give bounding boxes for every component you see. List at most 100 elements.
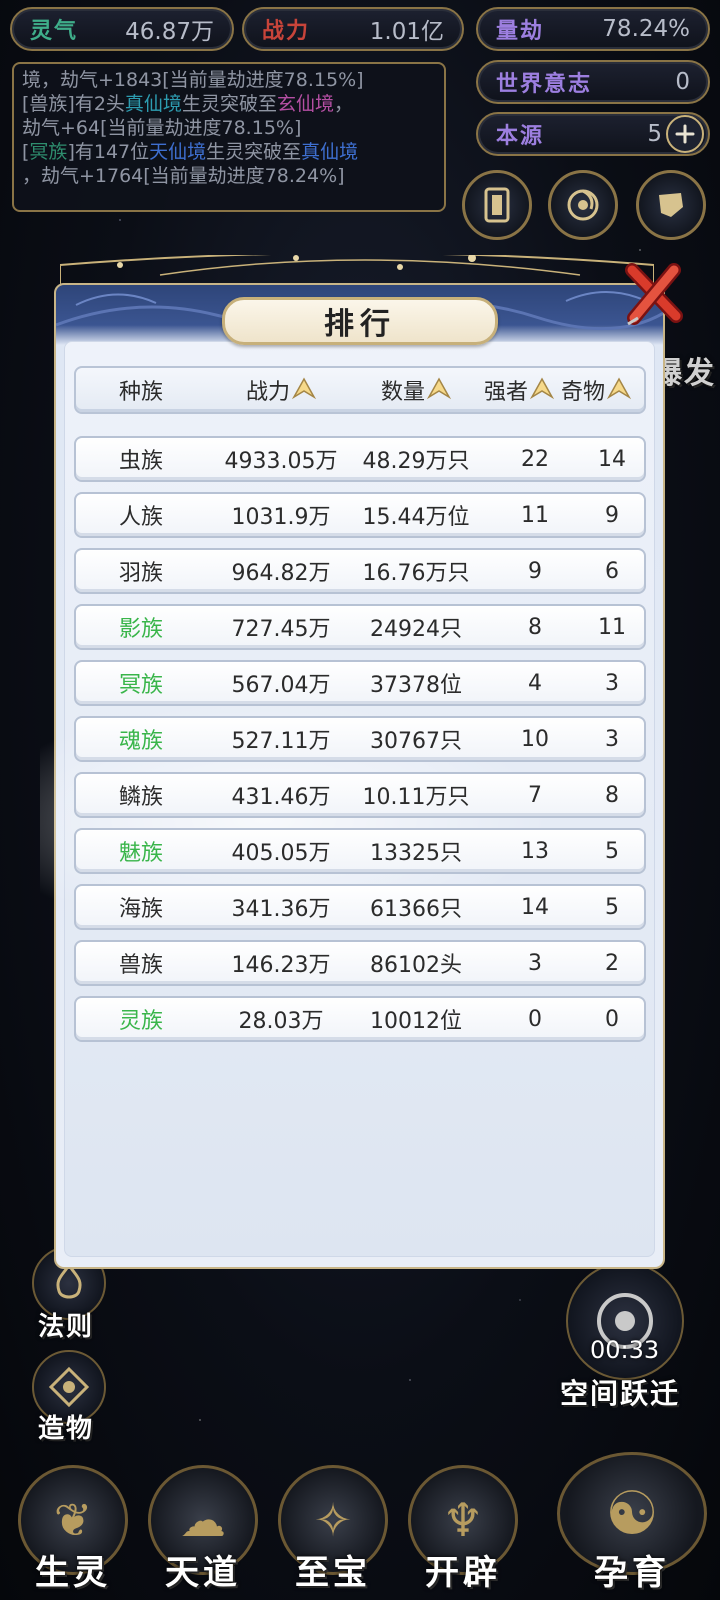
log-line-1: 境，劫气+1843[当前量劫进度78.15%] <box>22 69 364 91</box>
ranking-row[interactable]: 海族 341.36万 61366只 14 5 <box>74 884 646 930</box>
nav-kaipi[interactable]: ♆ 开辟 <box>402 1452 524 1600</box>
race-treasure: 3 <box>605 726 619 752</box>
race-strong: 9 <box>528 558 542 584</box>
race-strong: 14 <box>521 894 549 920</box>
ranking-row[interactable]: 灵族 28.03万 10012位 0 0 <box>74 996 646 1042</box>
col-power-sort[interactable]: 战力 <box>216 368 346 412</box>
space-jump-label[interactable]: 空间跃迁 <box>560 1372 680 1412</box>
liangjie-stat[interactable]: 量劫 78.24% <box>476 7 710 51</box>
nav-zhibao-label: 至宝 <box>295 1553 371 1593</box>
race-name: 虫族 <box>118 449 163 474</box>
zhanli-stat[interactable]: 战力 1.01亿 <box>242 7 464 51</box>
benyuan-stat[interactable]: 本源 5 <box>476 112 710 156</box>
race-strong: 8 <box>528 614 542 640</box>
log-line-5: ，劫气+1764[当前量劫进度78.24%] <box>22 165 345 187</box>
race-power: 1031.9万 <box>231 505 331 530</box>
swirl-icon <box>567 189 599 221</box>
race-power: 527.11万 <box>231 729 331 754</box>
race-count: 15.44万位 <box>362 505 470 530</box>
race-treasure: 14 <box>598 446 626 472</box>
nav-tiandao-label: 天道 <box>165 1553 241 1593</box>
col-race: 种族 <box>118 380 163 405</box>
race-name: 人族 <box>118 505 163 530</box>
race-power: 405.05万 <box>231 841 331 866</box>
race-count: 13325只 <box>370 841 462 866</box>
race-strong: 13 <box>521 838 549 864</box>
nav-zhibao[interactable]: ✧ 至宝 <box>272 1452 394 1600</box>
race-power: 567.04万 <box>231 673 331 698</box>
ranking-row[interactable]: 兽族 146.23万 86102头 3 2 <box>74 940 646 986</box>
race-power: 146.23万 <box>231 953 331 978</box>
law-label[interactable]: 法则 <box>38 1306 94 1343</box>
race-count: 10.11万只 <box>362 785 470 810</box>
race-strong: 3 <box>528 950 542 976</box>
race-name: 鳞族 <box>118 785 163 810</box>
race-strong: 0 <box>528 1006 542 1032</box>
card-button[interactable] <box>462 170 532 240</box>
add-benyuan-button[interactable] <box>666 115 704 153</box>
world-will-value: 0 <box>675 69 690 95</box>
race-power: 727.45万 <box>231 617 331 642</box>
close-button[interactable] <box>624 262 684 328</box>
ranking-row[interactable]: 虫族 4933.05万 48.29万只 22 14 <box>74 436 646 482</box>
race-power: 28.03万 <box>238 1009 324 1034</box>
race-power: 4933.05万 <box>224 449 338 474</box>
nav-shengling-label: 生灵 <box>35 1553 111 1593</box>
ranking-row[interactable]: 魂族 527.11万 30767只 10 3 <box>74 716 646 762</box>
race-strong: 22 <box>521 446 549 472</box>
scroll-button[interactable] <box>636 170 706 240</box>
race-name: 兽族 <box>118 953 163 978</box>
benyuan-value: 5 <box>647 121 662 147</box>
nav-yunyu-label: 孕育 <box>594 1553 670 1593</box>
race-name: 魅族 <box>118 841 163 866</box>
sort-arrow-icon <box>292 377 316 400</box>
ranking-row[interactable]: 冥族 567.04万 37378位 4 3 <box>74 660 646 706</box>
world-will-label: 世界意志 <box>496 72 593 97</box>
ranking-row[interactable]: 人族 1031.9万 15.44万位 11 9 <box>74 492 646 538</box>
sort-arrow-icon <box>427 377 451 400</box>
race-power: 964.82万 <box>231 561 331 586</box>
ranking-row[interactable]: 鳞族 431.46万 10.11万只 7 8 <box>74 772 646 818</box>
race-treasure: 9 <box>605 502 619 528</box>
race-treasure: 5 <box>605 838 619 864</box>
space-jump-timer: 00:33 <box>590 1336 660 1364</box>
race-count: 24924只 <box>370 617 462 642</box>
race-count: 16.76万只 <box>362 561 470 586</box>
race-name: 羽族 <box>118 561 163 586</box>
race-treasure: 3 <box>605 670 619 696</box>
race-name: 灵族 <box>118 1009 163 1034</box>
race-name: 冥族 <box>118 673 163 698</box>
event-log: 境，劫气+1843[当前量劫进度78.15%] [兽族]有2头真仙境生灵突破至玄… <box>12 62 446 212</box>
race-treasure: 5 <box>605 894 619 920</box>
ranking-header: 种族 战力 数量 强者 奇物 <box>74 366 646 414</box>
log-line-2: [兽族]有2头真仙境生灵突破至玄仙境， <box>22 93 353 115</box>
liangjie-label: 量劫 <box>496 19 545 44</box>
zhanli-label: 战力 <box>262 19 311 44</box>
ranking-row[interactable]: 影族 727.45万 24924只 8 11 <box>74 604 646 650</box>
race-strong: 4 <box>528 670 542 696</box>
race-strong: 7 <box>528 782 542 808</box>
lingqi-stat[interactable]: 灵气 46.87万 <box>10 7 234 51</box>
swirl-button[interactable] <box>548 170 618 240</box>
nav-yunyu[interactable]: ☯ 孕育 <box>548 1452 716 1600</box>
zhanli-value: 1.01亿 <box>369 19 444 45</box>
benyuan-label: 本源 <box>496 124 545 149</box>
creation-label[interactable]: 造物 <box>38 1408 94 1445</box>
race-name: 海族 <box>118 897 163 922</box>
world-will-stat[interactable]: 世界意志 0 <box>476 60 710 104</box>
nav-shengling[interactable]: ❦ 生灵 <box>12 1452 134 1600</box>
close-icon <box>625 263 683 326</box>
log-line-4: [冥族]有147位天仙境生灵突破至真仙境 <box>22 141 359 163</box>
ranking-row[interactable]: 魅族 405.05万 13325只 13 5 <box>74 828 646 874</box>
col-treasure-sort[interactable]: 奇物 <box>546 368 646 412</box>
ranking-row[interactable]: 羽族 964.82万 16.76万只 9 6 <box>74 548 646 594</box>
race-treasure: 11 <box>598 614 626 640</box>
nav-kaipi-label: 开辟 <box>425 1553 501 1593</box>
race-count: 48.29万只 <box>362 449 470 474</box>
log-line-3: 劫气+64[当前量劫进度78.15%] <box>22 117 302 139</box>
race-count: 61366只 <box>370 897 462 922</box>
lingqi-value: 46.87万 <box>125 19 214 45</box>
race-count: 37378位 <box>370 673 462 698</box>
race-count: 10012位 <box>370 1009 462 1034</box>
nav-tiandao[interactable]: ☁ 天道 <box>142 1452 264 1600</box>
